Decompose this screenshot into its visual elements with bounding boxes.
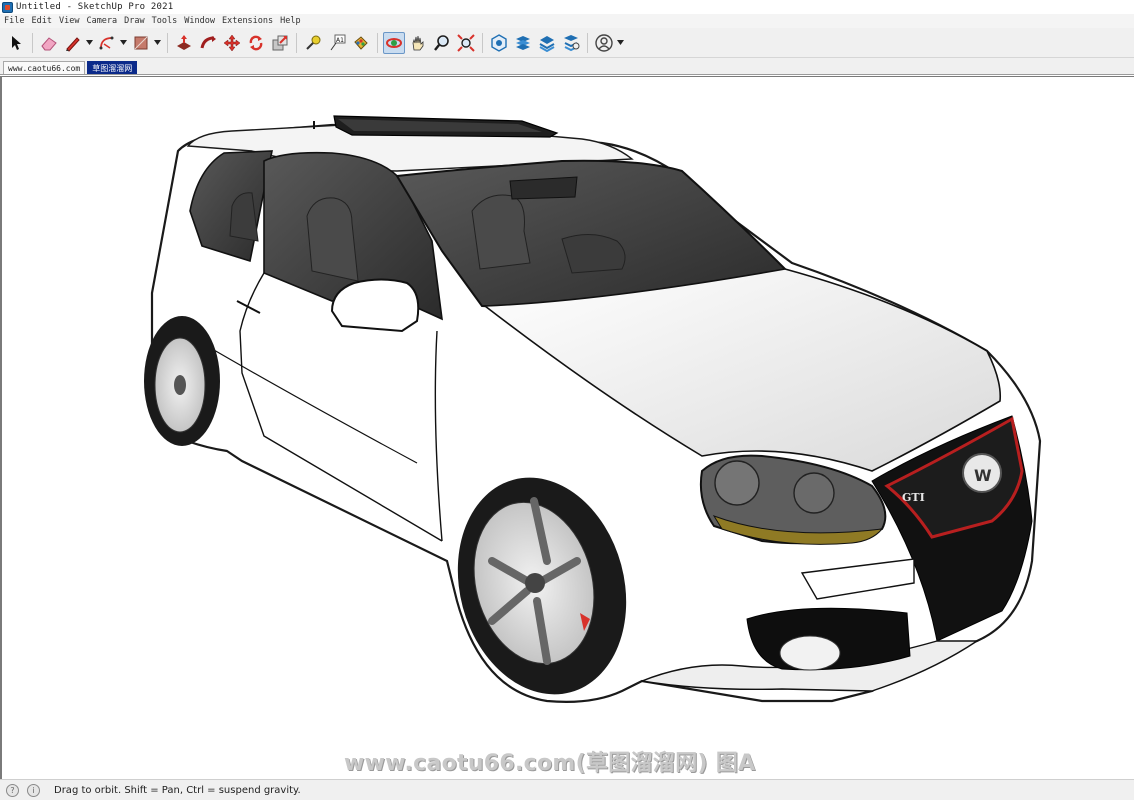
move-icon[interactable]: [221, 32, 243, 54]
scale-icon[interactable]: [269, 32, 291, 54]
scene-tab-caotu66[interactable]: www.caotu66.com: [3, 61, 86, 74]
menu-window[interactable]: Window: [184, 16, 215, 26]
chevron-down-icon[interactable]: [616, 32, 624, 54]
warehouse-icon[interactable]: [488, 32, 510, 54]
paint-bucket-icon[interactable]: [350, 32, 372, 54]
status-message: Drag to orbit. Shift = Pan, Ctrl = suspe…: [54, 784, 301, 796]
menu-view[interactable]: View: [59, 16, 79, 26]
rotate-icon[interactable]: [245, 32, 267, 54]
extension-manager-icon[interactable]: [560, 32, 582, 54]
rectangle-icon[interactable]: [130, 32, 152, 54]
orbit-icon[interactable]: [383, 31, 405, 54]
chevron-down-icon[interactable]: [153, 32, 161, 54]
menu-edit[interactable]: Edit: [31, 16, 51, 26]
menu-draw[interactable]: Draw: [124, 16, 144, 26]
zoom-icon[interactable]: [431, 32, 453, 54]
extension-warehouse-icon[interactable]: [512, 32, 534, 54]
svg-text:A1: A1: [336, 37, 344, 44]
text-icon[interactable]: A1: [326, 32, 348, 54]
title-bar: Untitled - SketchUp Pro 2021: [0, 0, 1134, 14]
gti-badge: GTI: [902, 491, 925, 504]
main-toolbar: A1: [0, 28, 1134, 58]
follow-me-icon[interactable]: [197, 32, 219, 54]
watermark-text: www.caotu66.com(草图溜溜网) 图A: [344, 751, 756, 776]
menu-file[interactable]: File: [4, 16, 24, 26]
car-model: W GTI: [144, 115, 1042, 703]
status-bar: ? i Drag to orbit. Shift = Pan, Ctrl = s…: [0, 779, 1134, 800]
geo-location-icon[interactable]: ?: [6, 783, 19, 797]
eraser-icon[interactable]: [38, 32, 60, 54]
pan-icon[interactable]: [407, 32, 429, 54]
select-icon[interactable]: [5, 32, 27, 54]
account-icon[interactable]: [593, 32, 615, 54]
pencil-line-icon[interactable]: [62, 32, 84, 54]
menu-help[interactable]: Help: [280, 16, 300, 26]
model-viewport[interactable]: W GTI www.caotu66.com(草图溜溜网) 图A: [0, 76, 1134, 779]
credits-icon[interactable]: i: [27, 783, 40, 797]
layout-icon[interactable]: [536, 32, 558, 54]
menu-camera[interactable]: Camera: [86, 16, 117, 26]
car-side-mirror: [330, 278, 420, 333]
arc-icon[interactable]: [96, 32, 118, 54]
chevron-down-icon[interactable]: [119, 32, 127, 54]
scene-tabs: www.caotu66.com 草图溜溜网: [0, 58, 1134, 75]
menu-tools[interactable]: Tools: [152, 16, 178, 26]
tape-measure-icon[interactable]: [302, 32, 324, 54]
window-title: Untitled - SketchUp Pro 2021: [16, 2, 174, 12]
chevron-down-icon[interactable]: [85, 32, 93, 54]
scene-tab-caotu-liuliu[interactable]: 草图溜溜网: [87, 61, 138, 74]
zoom-extents-icon[interactable]: [455, 32, 477, 54]
menu-extensions[interactable]: Extensions: [222, 16, 273, 26]
sketchup-app-icon: [2, 1, 13, 13]
menu-bar: File Edit View Camera Draw Tools Window …: [0, 14, 1134, 28]
push-pull-icon[interactable]: [173, 32, 195, 54]
svg-text:W: W: [974, 466, 992, 485]
